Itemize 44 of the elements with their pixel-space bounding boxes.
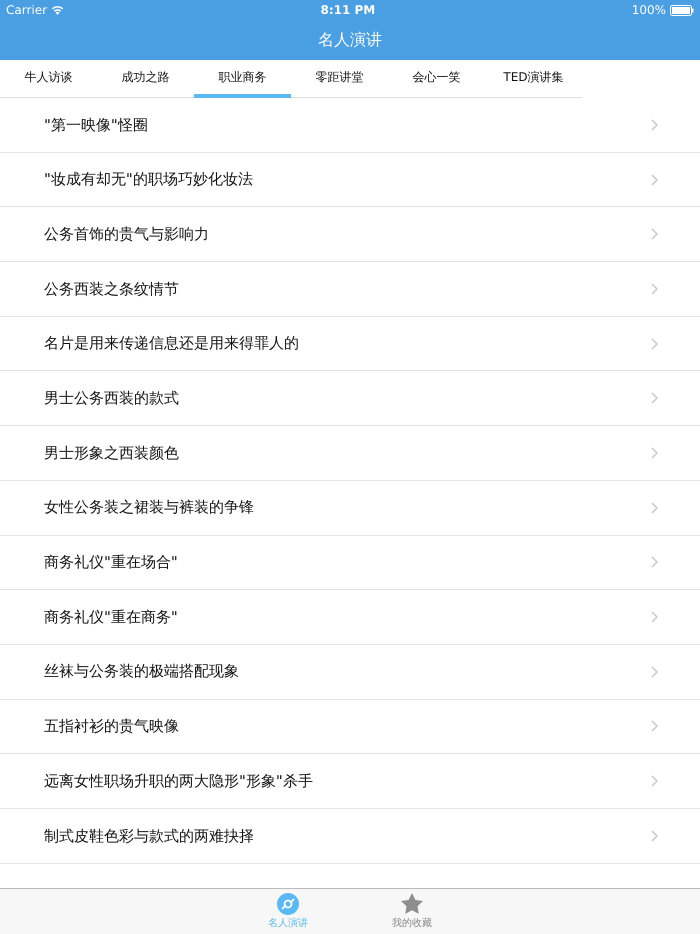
battery-icon xyxy=(670,4,694,16)
row-title: 名片是用来传递信息还是用来得罪人的 xyxy=(44,333,299,354)
chevron-icon xyxy=(651,611,658,624)
row-title: 公务首饰的贵气与影响力 xyxy=(44,224,209,245)
list-row[interactable]: 五指衬衫的贵气映像 xyxy=(0,700,700,754)
category-tab[interactable]: TED演讲集 xyxy=(485,60,582,98)
wifi-icon xyxy=(51,5,64,15)
row-title: 五指衬衫的贵气映像 xyxy=(44,716,179,738)
row-title: 制式皮鞋色彩与款式的两难抉择 xyxy=(44,826,254,847)
disc-icon xyxy=(276,892,300,916)
chevron-icon xyxy=(651,556,658,568)
status-time: 8:11 PM xyxy=(320,2,376,19)
category-tab[interactable]: 成功之路 xyxy=(97,60,194,98)
chevron-icon xyxy=(651,228,658,240)
row-title: 公务西装之条纹情节 xyxy=(44,278,179,300)
row-title: 丝袜与公务装的极端搭配现象 xyxy=(44,661,239,682)
chevron-icon xyxy=(651,392,658,404)
chevron-icon xyxy=(651,338,658,350)
carrier-label: Carrier xyxy=(6,2,48,19)
chevron-icon xyxy=(651,118,658,131)
row-title: 女性公务装之裙装与裤装的争锋 xyxy=(44,497,254,518)
chevron-icon xyxy=(651,666,658,678)
chevron-icon xyxy=(651,502,658,514)
category-tab[interactable]: 牛人访谈 xyxy=(0,60,97,98)
chevron-icon xyxy=(651,446,658,459)
battery-percent: 100% xyxy=(632,2,666,19)
chevron-icon xyxy=(651,775,658,788)
chevron-icon xyxy=(651,282,658,295)
row-title: "第一映像"怪圈 xyxy=(44,114,148,136)
list-row[interactable]: "妆成有却无"的职场巧妙化妆法 xyxy=(0,152,700,208)
category-tab[interactable]: 零距讲堂 xyxy=(291,60,388,98)
row-title: "妆成有却无"的职场巧妙化妆法 xyxy=(44,169,253,190)
row-title: 男士形象之西装颜色 xyxy=(44,442,179,464)
category-tab[interactable]: 会心一笑 xyxy=(388,60,485,98)
row-title: 商务礼仪"重在商务" xyxy=(44,606,178,628)
row-title: 商务礼仪"重在场合" xyxy=(44,552,178,574)
row-title: 远离女性职场升职的两大隐形"形象"杀手 xyxy=(44,770,313,792)
chevron-icon xyxy=(651,720,658,732)
nav-title: 名人演讲 xyxy=(318,29,382,51)
chevron-icon xyxy=(651,174,658,186)
list-row[interactable]: 商务礼仪"重在场合" xyxy=(0,536,700,590)
row-title: 男士公务西装的款式 xyxy=(44,388,179,410)
star-icon xyxy=(400,892,424,916)
chevron-icon xyxy=(651,830,658,842)
